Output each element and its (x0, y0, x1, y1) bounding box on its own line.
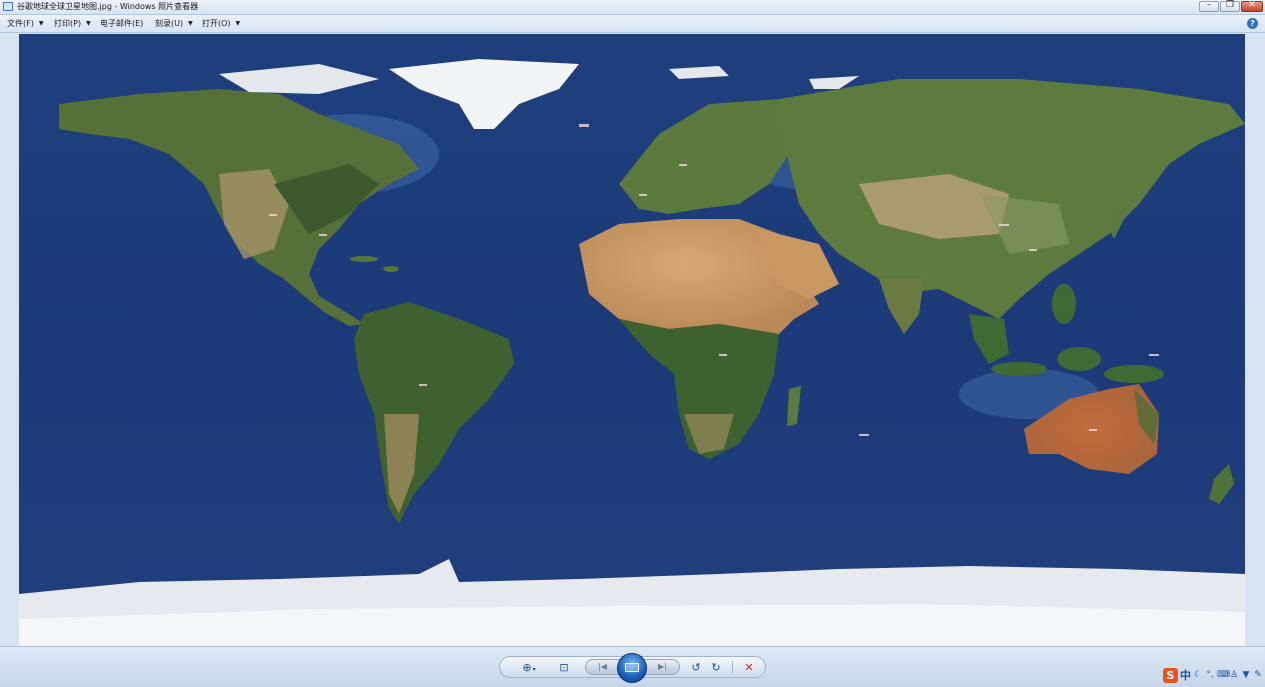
menu-email-label: 电子邮件(E) (100, 19, 144, 28)
world-satellite-map (19, 34, 1245, 646)
magnifier-icon: ⊕ (522, 661, 532, 674)
chevron-down-icon: ▼ (188, 20, 193, 27)
ime-toolbar: S 中 ☾ °, ⌨ ♙ ▼ ✎ (1163, 667, 1263, 683)
user-icon[interactable]: ♙ (1229, 670, 1239, 680)
close-button[interactable]: ✕ (1241, 0, 1263, 12)
title-bar: 谷歌地球全球卫星地图.jpg - Windows 照片查看器 – ❐ ✕ (0, 0, 1265, 15)
next-icon: ▶| (658, 662, 667, 671)
minimize-button[interactable]: – (1199, 0, 1219, 12)
help-icon[interactable]: ? (1247, 18, 1258, 29)
sogou-logo-icon[interactable]: S (1163, 667, 1178, 683)
menu-print-label: 打印(P) (54, 19, 82, 28)
skin-icon[interactable]: ▼ (1241, 670, 1251, 680)
toolbar-pill: ⊕▾ ⊡ |◀ ▶| ↺ ↻ ✕ (499, 653, 766, 683)
menu-file[interactable]: 文件(F) ▼ (7, 15, 43, 32)
previous-button[interactable]: |◀ (598, 660, 607, 674)
menu-print[interactable]: 打印(P) ▼ (54, 15, 91, 32)
menu-burn[interactable]: 刻录(U) ▼ (155, 15, 193, 32)
punctuation-icon[interactable]: °, (1205, 670, 1215, 680)
menu-file-label: 文件(F) (7, 19, 34, 28)
actual-size-button[interactable]: ⊡ (555, 657, 573, 679)
toolbar-divider (732, 661, 733, 675)
close-icon: ✕ (1248, 0, 1256, 10)
viewer-toolbar: ⊕▾ ⊡ |◀ ▶| ↺ ↻ ✕ S 中 ☾ °, ⌨ ♙ ▼ ✎ (0, 646, 1265, 687)
menu-email[interactable]: 电子邮件(E) (100, 15, 143, 32)
rotate-counterclockwise-button[interactable]: ↺ (688, 657, 704, 679)
restore-button[interactable]: ❐ (1220, 0, 1240, 12)
chevron-down-icon: ▼ (235, 20, 241, 27)
photo-viewer-icon (3, 2, 13, 11)
minimize-icon: – (1206, 0, 1212, 10)
rotate-clockwise-icon: ↻ (711, 661, 721, 674)
ime-mode[interactable]: 中 (1180, 667, 1191, 683)
wrench-icon[interactable]: ✎ (1253, 670, 1263, 680)
previous-icon: |◀ (598, 662, 607, 671)
moon-icon[interactable]: ☾ (1193, 670, 1203, 680)
window-title: 谷歌地球全球卫星地图.jpg - Windows 照片查看器 (17, 2, 199, 11)
actual-size-icon: ⊡ (559, 661, 569, 674)
window-controls: – ❐ ✕ (1199, 0, 1263, 12)
zoom-button[interactable]: ⊕▾ (518, 657, 540, 679)
menu-open-label: 打开(O) (202, 19, 231, 28)
image-viewport[interactable] (19, 34, 1245, 646)
slideshow-icon (625, 663, 639, 672)
menu-burn-label: 刻录(U) (155, 19, 184, 28)
chevron-down-icon: ▼ (86, 20, 91, 27)
keyboard-icon[interactable]: ⌨ (1217, 670, 1230, 680)
delete-icon: ✕ (744, 661, 754, 674)
chevron-down-icon: ▾ (532, 666, 536, 673)
delete-button[interactable]: ✕ (740, 657, 758, 679)
rotate-counterclockwise-icon: ↺ (691, 661, 701, 674)
restore-icon: ❐ (1225, 0, 1235, 10)
menu-open[interactable]: 打开(O) ▼ (202, 15, 240, 32)
chevron-down-icon: ▼ (38, 20, 44, 27)
menu-bar: 文件(F) ▼ 打印(P) ▼ 电子邮件(E) 刻录(U) ▼ 打开(O) ▼ ? (0, 15, 1265, 33)
rotate-clockwise-button[interactable]: ↻ (708, 657, 724, 679)
next-button[interactable]: ▶| (658, 660, 667, 674)
slideshow-button[interactable] (617, 653, 647, 683)
